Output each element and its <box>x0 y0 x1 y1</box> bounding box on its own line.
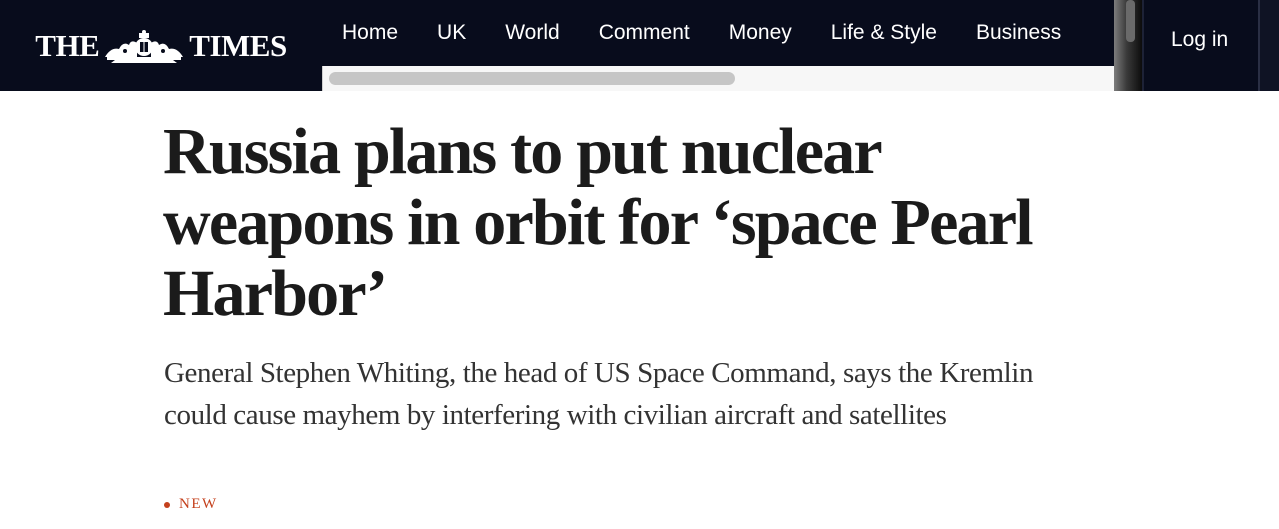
nav-item-business[interactable]: Business <box>976 21 1061 45</box>
nav-scrollbar-thumb[interactable] <box>329 72 735 85</box>
nav-item-comment[interactable]: Comment <box>599 21 690 45</box>
nav-item-money[interactable]: Money <box>729 21 792 45</box>
masthead-logo[interactable]: THE TIMES <box>0 0 322 91</box>
article-headline[interactable]: Russia plans to put nuclear weapons in o… <box>163 116 1063 329</box>
new-dot-icon <box>164 501 170 508</box>
nav-item-uk[interactable]: UK <box>437 21 466 45</box>
login-link[interactable]: Log in <box>1171 28 1228 52</box>
article-standfirst: General Stephen Whiting, the head of US … <box>164 357 1034 431</box>
header-right-edge <box>1258 0 1279 91</box>
masthead-word-times: TIMES <box>189 28 287 63</box>
section-nav: Home UK World Comment Money Life & Style… <box>322 0 1118 91</box>
new-tag-label: NEW <box>179 496 218 512</box>
royal-crest-icon <box>105 29 184 63</box>
nav-item-world[interactable]: World <box>505 21 559 45</box>
vertical-scroll-handle[interactable] <box>1126 0 1135 42</box>
nav-scrollbar-track[interactable] <box>322 66 1118 91</box>
section-nav-list: Home UK World Comment Money Life & Style… <box>322 0 1080 66</box>
nav-item-life-style[interactable]: Life & Style <box>831 21 937 45</box>
nav-item-home[interactable]: Home <box>342 21 398 45</box>
new-tag: NEW <box>164 496 218 513</box>
masthead-word-the: THE <box>35 28 100 63</box>
